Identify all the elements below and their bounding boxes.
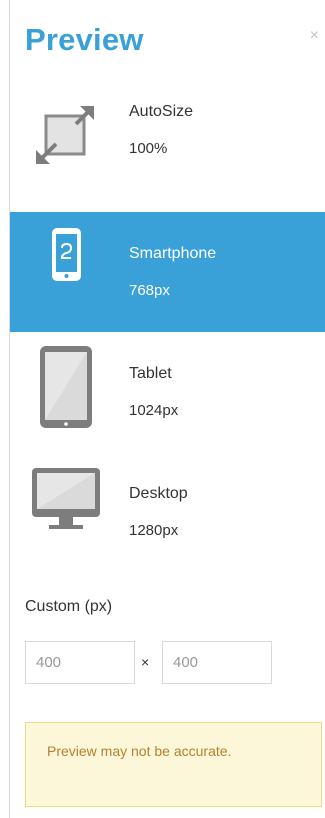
tablet-icon <box>32 332 102 452</box>
device-name: Smartphone <box>129 245 217 262</box>
close-icon[interactable]: × <box>310 28 319 44</box>
device-option-smartphone[interactable]: Smartphone 768px <box>10 212 325 332</box>
preview-panel: Preview × AutoSize 100% Smartphone 768px… <box>0 0 325 818</box>
preview-warning: Preview may not be accurate. <box>25 722 322 807</box>
device-name: Tablet <box>129 365 172 382</box>
device-size: 1280px <box>129 522 179 539</box>
smartphone-icon <box>32 212 102 332</box>
panel-title: Preview <box>25 22 144 57</box>
device-option-desktop[interactable]: Desktop 1280px <box>10 452 325 572</box>
desktop-icon <box>32 452 102 572</box>
custom-width-input[interactable] <box>25 641 135 684</box>
device-size: 100% <box>129 140 168 157</box>
custom-size-label: Custom (px) <box>25 598 113 615</box>
device-name: Desktop <box>129 485 188 502</box>
custom-height-input[interactable] <box>162 641 272 684</box>
autosize-icon <box>32 70 102 190</box>
dimension-separator: × <box>141 654 150 670</box>
device-size: 1024px <box>129 402 179 419</box>
device-size: 768px <box>129 282 170 299</box>
warning-text: Preview may not be accurate. <box>47 743 232 759</box>
device-name: AutoSize <box>129 103 194 120</box>
device-option-tablet[interactable]: Tablet 1024px <box>10 332 325 452</box>
device-option-autosize[interactable]: AutoSize 100% <box>10 70 325 190</box>
